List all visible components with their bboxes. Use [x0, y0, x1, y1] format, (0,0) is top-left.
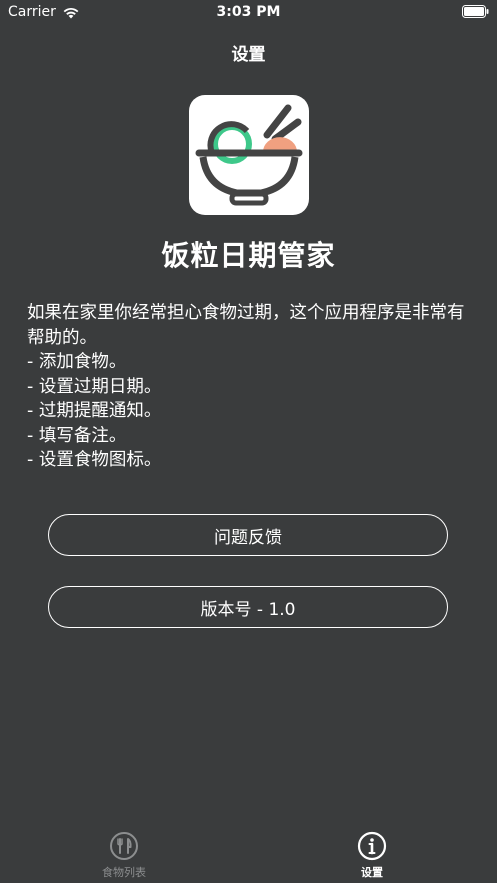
app-description: 如果在家里你经常担心食物过期，这个应用程序是非常有帮助的。 - 添加食物。 - …	[27, 301, 472, 473]
tab-bar: 食物列表 设置	[0, 827, 497, 883]
version-button[interactable]: 版本号 - 1.0	[48, 586, 448, 628]
feedback-button[interactable]: 问题反馈	[48, 514, 448, 556]
battery-icon	[462, 5, 489, 18]
description-line: - 过期提醒通知。	[27, 401, 162, 421]
status-time: 3:03 PM	[216, 4, 281, 20]
tab-settings-label: 设置	[361, 866, 383, 879]
page-title: 设置	[231, 45, 266, 65]
fork-knife-icon	[110, 832, 138, 860]
info-icon	[357, 831, 387, 861]
description-line: 如果在家里你经常担心食物过期，这个应用程序是非常有帮助的。	[27, 303, 465, 348]
description-line: - 设置食物图标。	[27, 450, 162, 470]
description-line: - 填写备注。	[27, 425, 127, 446]
description-line: - 设置过期日期。	[27, 376, 162, 397]
tab-settings[interactable]: 设置	[312, 827, 432, 883]
app-name: 饭粒日期管家	[161, 239, 336, 272]
status-bar: Carrier 3:03 PM	[0, 0, 497, 26]
rice-bowl-icon	[189, 95, 309, 215]
description-line: - 添加食物。	[27, 352, 127, 372]
tab-food-list[interactable]: 食物列表	[64, 827, 184, 883]
tab-food-list-label: 食物列表	[102, 866, 146, 879]
